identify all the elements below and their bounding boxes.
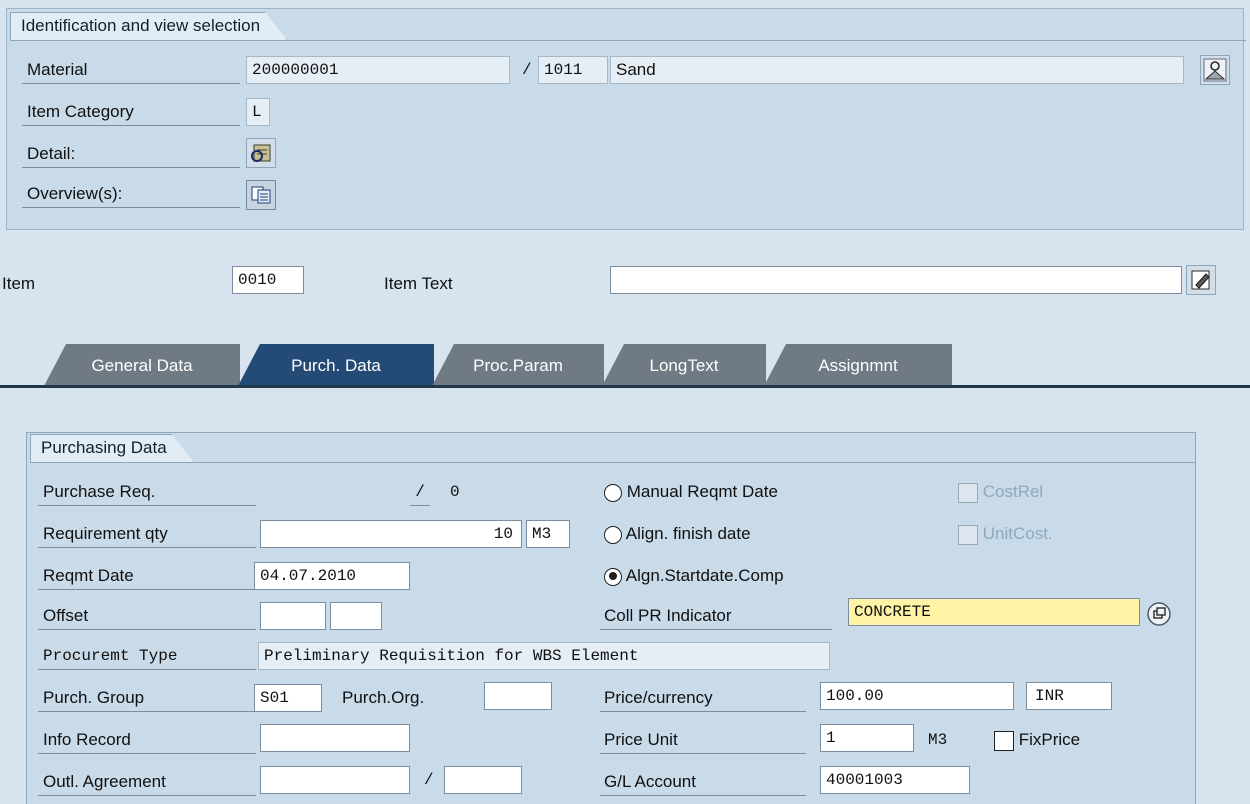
group-divider — [10, 40, 1246, 41]
plant-field[interactable]: 1011 — [538, 56, 608, 84]
radio-manual-button[interactable] — [604, 483, 622, 502]
item-text-field[interactable] — [610, 266, 1182, 294]
procurement-type-field[interactable]: Preliminary Requisition for WBS Element — [258, 642, 830, 670]
radio-manual-reqmt-date[interactable]: Manual Reqmt Date — [604, 478, 778, 506]
price-field[interactable]: 100.00 — [820, 682, 1014, 710]
requirement-qty-label: Requirement qty — [38, 520, 256, 548]
unitcost-box — [958, 524, 978, 545]
detail-label: Detail: — [22, 140, 240, 168]
radio-manual-label: Manual Reqmt Date — [626, 482, 778, 501]
gl-account-label: G/L Account — [600, 768, 806, 796]
radio-finish-button[interactable] — [604, 525, 622, 544]
offset-label: Offset — [38, 602, 256, 630]
tab-proc-param[interactable]: Proc.Param — [432, 344, 604, 386]
material-image-icon[interactable] — [1200, 55, 1230, 85]
info-record-field[interactable] — [260, 724, 410, 752]
unitcost-label: UnitCost. — [982, 524, 1053, 543]
value-help-icon[interactable] — [1142, 600, 1176, 628]
overview-icon[interactable] — [246, 180, 276, 210]
outline-agreement-item-field[interactable] — [444, 766, 522, 794]
radio-align-startdate[interactable]: Algn.Startdate.Comp — [604, 562, 784, 590]
coll-pr-indicator-field[interactable]: CONCRETE — [848, 598, 1140, 626]
costrel-box — [958, 482, 978, 503]
currency-field[interactable]: INR — [1026, 682, 1112, 710]
price-currency-label: Price/currency — [600, 684, 806, 712]
material-description-field[interactable]: Sand — [610, 56, 1184, 84]
purch-org-label: Purch.Org. — [342, 688, 425, 707]
group-divider — [30, 462, 1196, 463]
radio-finish-label: Align. finish date — [625, 524, 751, 543]
unitcost-checkbox: UnitCost. — [958, 520, 1053, 548]
edit-text-icon[interactable] — [1186, 265, 1216, 295]
tab-longtext[interactable]: LongText — [602, 344, 766, 386]
procurement-type-label: Procuremt Type — [38, 642, 256, 670]
item-category-label: Item Category — [22, 98, 240, 126]
material-label: Material — [22, 56, 240, 84]
tab-purch-data[interactable]: Purch. Data — [238, 344, 434, 386]
tab-general-data[interactable]: General Data — [44, 344, 240, 386]
gl-account-field[interactable]: 40001003 — [820, 766, 970, 794]
purchasing-group-title: Purchasing Data — [30, 434, 194, 462]
offset-field-1[interactable] — [260, 602, 326, 630]
item-label: Item — [2, 274, 36, 293]
reqmt-date-label: Reqmt Date — [38, 562, 256, 590]
purchase-req-value: 0 — [450, 483, 460, 501]
overview-label: Overview(s): — [22, 180, 240, 208]
purchase-req-label: Purchase Req. — [38, 478, 256, 506]
coll-pr-indicator-label: Coll PR Indicator — [600, 602, 832, 630]
item-category-field[interactable]: L — [246, 98, 270, 126]
radio-start-label: Algn.Startdate.Comp — [625, 566, 784, 585]
info-record-label: Info Record — [38, 726, 256, 754]
fixprice-checkbox[interactable]: FixPrice — [994, 726, 1080, 754]
requirement-qty-unit-field[interactable]: M3 — [526, 520, 570, 548]
outline-agreement-field[interactable] — [260, 766, 410, 794]
radio-start-button[interactable] — [604, 567, 622, 586]
identification-group-title: Identification and view selection — [10, 12, 287, 40]
fixprice-box[interactable] — [994, 730, 1014, 751]
material-field[interactable]: 200000001 — [246, 56, 510, 84]
radio-align-finish-date[interactable]: Align. finish date — [604, 520, 751, 548]
plant-separator: / — [522, 61, 532, 79]
fixprice-label: FixPrice — [1018, 730, 1081, 749]
price-unit-uom: M3 — [928, 731, 948, 749]
tab-assignmnt[interactable]: Assignmnt — [764, 344, 952, 386]
reqmt-date-field[interactable]: 04.07.2010 — [254, 562, 410, 590]
item-text-label: Item Text — [384, 274, 453, 293]
offset-field-2[interactable] — [330, 602, 382, 630]
costrel-checkbox: CostRel — [958, 478, 1043, 506]
price-unit-field[interactable]: 1 — [820, 724, 914, 752]
outline-agreement-label: Outl. Agreement — [38, 768, 256, 796]
detail-icon[interactable] — [246, 138, 276, 168]
requirement-qty-field[interactable]: 10 — [260, 520, 522, 548]
purch-group-label: Purch. Group — [38, 684, 256, 712]
purchase-req-separator: / — [410, 478, 430, 506]
item-number-field[interactable]: 0010 — [232, 266, 304, 294]
costrel-label: CostRel — [982, 482, 1044, 501]
outline-agreement-separator: / — [424, 771, 434, 789]
purch-group-field[interactable]: S01 — [254, 684, 322, 712]
price-unit-label: Price Unit — [600, 726, 806, 754]
purch-org-field[interactable] — [484, 682, 552, 710]
